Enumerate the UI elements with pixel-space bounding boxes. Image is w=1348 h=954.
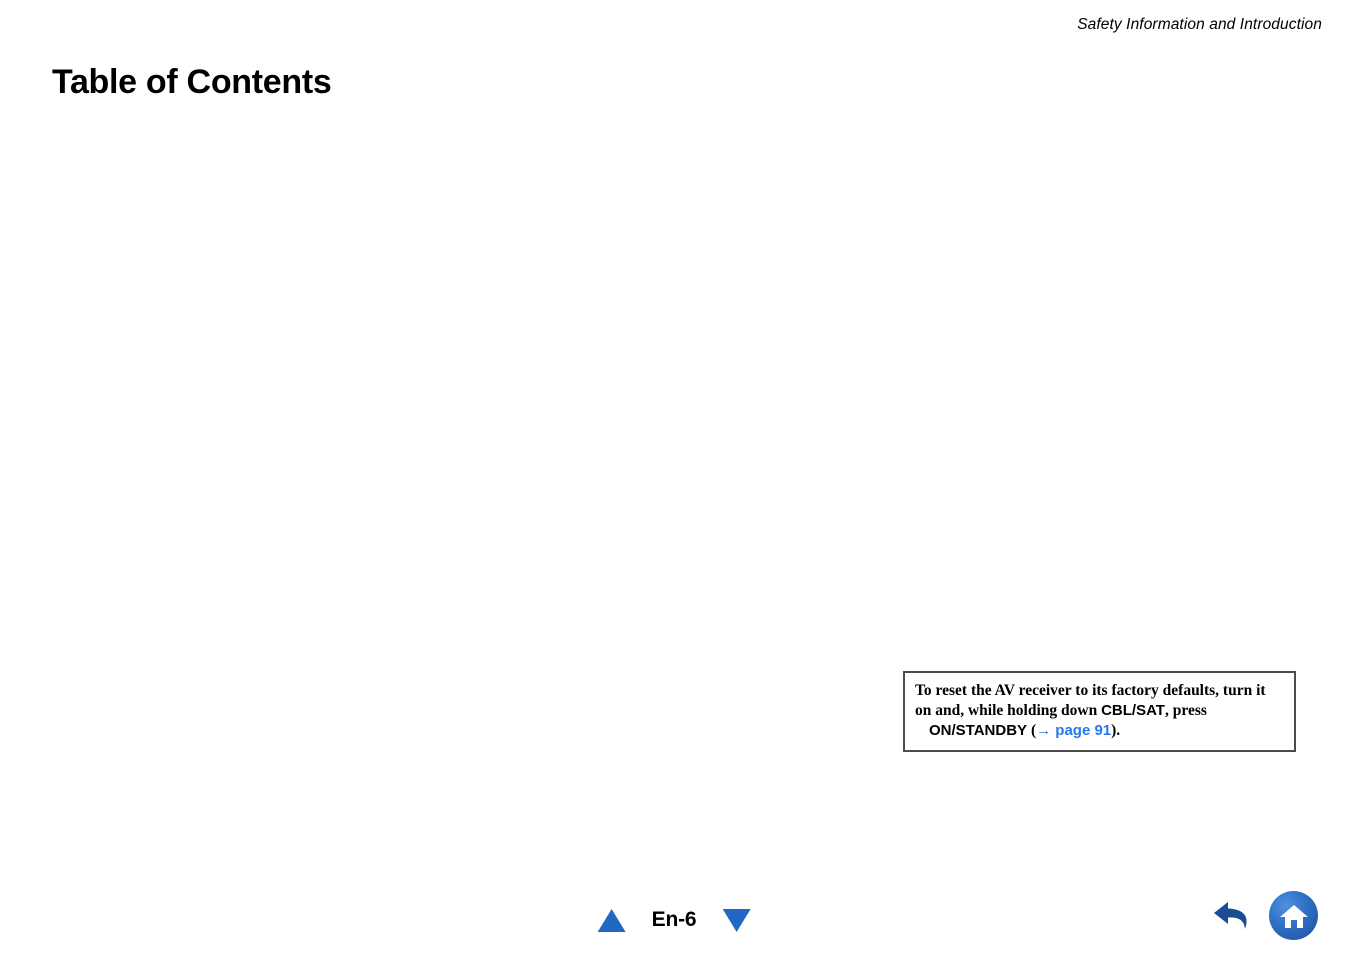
document-page: Safety Information and Introduction Tabl…: [0, 0, 1348, 954]
running-header: Safety Information and Introduction: [1077, 16, 1322, 33]
pager: En-6: [597, 908, 751, 932]
reset-note-line-2c: , press: [1164, 702, 1207, 719]
home-icon[interactable]: [1269, 891, 1318, 940]
triangle-up-icon[interactable]: [597, 908, 626, 932]
back-arrow-icon[interactable]: [1209, 896, 1257, 936]
nav-icons: [1209, 891, 1318, 940]
reset-note-onstandby: ON/STANDBY: [929, 722, 1028, 739]
page-number-label: En-6: [651, 908, 697, 931]
reset-note-page-link[interactable]: → page 91: [1036, 722, 1111, 739]
triangle-down-icon[interactable]: [722, 908, 751, 932]
reset-note-paren-open: (: [1027, 722, 1037, 739]
page-title: Table of Contents: [52, 62, 332, 101]
reset-note-line-1: To reset the AV receiver to its factory …: [915, 682, 1266, 699]
factory-reset-note: To reset the AV receiver to its factory …: [903, 671, 1296, 752]
reset-note-cblsat: CBL/SAT: [1101, 702, 1165, 719]
reset-note-line-2a: on and, while holding down: [915, 702, 1102, 719]
page-footer: En-6: [0, 864, 1348, 954]
reset-note-paren-close: ).: [1111, 722, 1121, 739]
